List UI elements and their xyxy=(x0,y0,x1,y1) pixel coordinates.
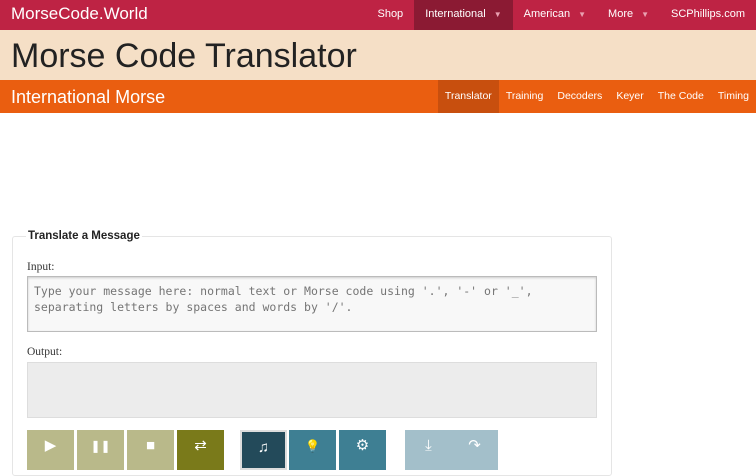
section-navbar: International Morse Translator Training … xyxy=(0,80,756,113)
output-textarea[interactable] xyxy=(27,362,597,418)
light-button[interactable]: 💡 xyxy=(289,430,336,470)
tab-timing[interactable]: Timing xyxy=(711,80,756,113)
page-header: Morse Code Translator xyxy=(0,30,756,80)
gear-icon: ⚙ xyxy=(355,437,370,454)
nav-label: International xyxy=(425,8,486,20)
share-icon: ↷ xyxy=(468,437,481,454)
tab-training[interactable]: Training xyxy=(499,80,551,113)
caret-down-icon: ▼ xyxy=(493,10,502,19)
lightbulb-icon: 💡 xyxy=(305,439,320,453)
top-navbar: MorseCode.World Shop International ▼ Amer… xyxy=(0,0,756,30)
nav-international[interactable]: International ▼ xyxy=(414,0,513,30)
fieldset-legend: Translate a Message xyxy=(26,230,142,242)
nav-label: Shop xyxy=(377,8,404,20)
caret-down-icon: ▼ xyxy=(641,10,650,19)
repeat-button[interactable]: ⇄ xyxy=(177,430,224,470)
play-button[interactable]: ▶ xyxy=(27,430,74,470)
output-label: Output: xyxy=(27,346,63,358)
nav-shop[interactable]: Shop xyxy=(366,0,414,30)
nav-american[interactable]: American ▼ xyxy=(513,0,597,30)
nav-label: SCPhillips.com xyxy=(671,8,745,20)
download-button[interactable]: ⤓ xyxy=(405,430,452,470)
pause-button[interactable]: ❚❚ xyxy=(77,430,124,470)
nav-more[interactable]: More ▼ xyxy=(597,0,660,30)
sound-button[interactable]: ♫ xyxy=(240,430,287,470)
nav-label: American xyxy=(523,8,571,20)
tab-translator[interactable]: Translator xyxy=(437,80,499,113)
caret-down-icon: ▼ xyxy=(578,10,587,19)
share-button[interactable]: ↷ xyxy=(451,430,498,470)
site-logo[interactable]: MorseCode.World xyxy=(11,4,148,24)
tab-keyer[interactable]: Keyer xyxy=(609,80,650,113)
play-icon: ▶ xyxy=(44,437,57,454)
download-icon: ⤓ xyxy=(425,437,432,454)
section-title: International Morse xyxy=(11,87,166,107)
tab-the-code[interactable]: The Code xyxy=(651,80,711,113)
input-textarea[interactable] xyxy=(27,276,597,332)
nav-scphillips[interactable]: SCPhillips.com xyxy=(660,0,756,30)
nav-label: More xyxy=(608,8,634,20)
repeat-icon: ⇄ xyxy=(194,437,207,454)
stop-button[interactable]: ■ xyxy=(127,430,174,470)
input-label: Input: xyxy=(27,261,55,273)
settings-button[interactable]: ⚙ xyxy=(339,430,386,470)
page-title: Morse Code Translator xyxy=(11,37,357,75)
tab-decoders[interactable]: Decoders xyxy=(550,80,609,113)
stop-icon: ■ xyxy=(145,437,156,454)
music-icon: ♫ xyxy=(257,439,270,456)
pause-icon: ❚❚ xyxy=(90,439,111,453)
